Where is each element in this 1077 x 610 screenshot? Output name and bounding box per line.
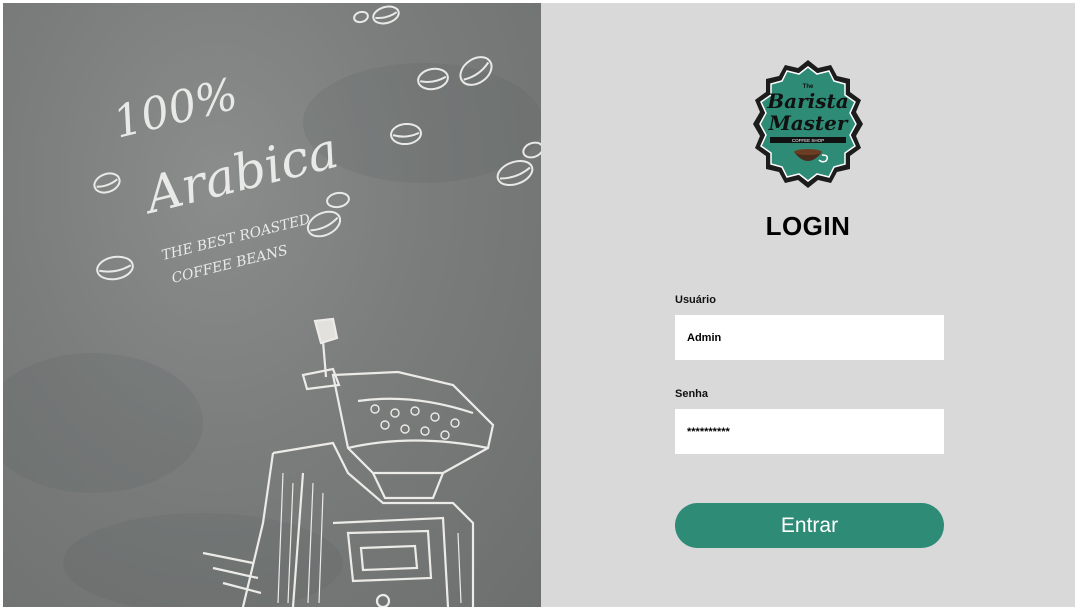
- logo-shop-text: COFFEE SHOP: [792, 138, 824, 143]
- login-title: LOGIN: [765, 211, 851, 241]
- password-label: Senha: [675, 388, 709, 400]
- login-panel: The Barista Master COFFEE SHOP LOGIN Usu…: [541, 3, 1075, 607]
- password-input[interactable]: [675, 409, 944, 454]
- login-screen: 100% Arabica THE BEST ROASTED COFFEE BEA…: [3, 3, 1075, 607]
- logo-master-text: Master: [768, 111, 849, 135]
- username-input[interactable]: [675, 315, 944, 360]
- coffee-illustration: 100% Arabica THE BEST ROASTED COFFEE BEA…: [3, 5, 541, 607]
- hero-image-panel: 100% Arabica THE BEST ROASTED COFFEE BEA…: [3, 3, 541, 607]
- enter-button[interactable]: Entrar: [675, 503, 944, 548]
- hero-line-100: 100%: [108, 69, 242, 149]
- logo-barista-text: Barista: [766, 89, 848, 113]
- username-label: Usuário: [675, 294, 716, 306]
- barista-master-logo: The Barista Master COFFEE SHOP: [753, 60, 863, 188]
